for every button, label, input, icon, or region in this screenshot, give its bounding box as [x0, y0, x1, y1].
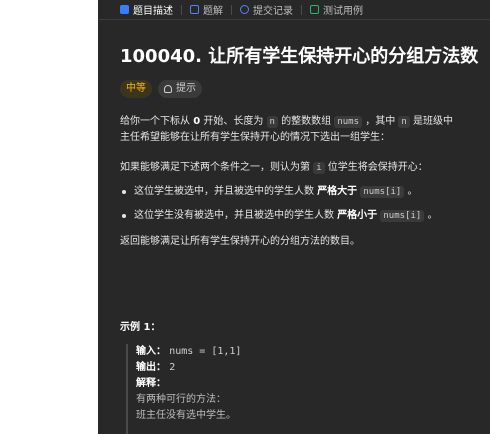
problem-description: 给你一个下标从 0 开始、长度为 n 的整数数组 nums ，其中 n 是班级中… — [120, 114, 490, 250]
inline-code: nums[i] — [380, 210, 425, 222]
example-block: 输入： nums = [1,1] 输出： 2 解释： 有两种可行的方法： 班主任… — [126, 344, 486, 434]
text: 位学生将会保持开心： — [327, 162, 428, 173]
lightbulb-icon — [164, 85, 172, 93]
example-input-row: 输入： nums = [1,1] — [136, 344, 486, 360]
inline-code: n — [266, 116, 278, 128]
text: 。 — [427, 210, 438, 221]
example-explanation-line: 班主任没有选中学生。 — [136, 410, 236, 421]
example-explanation-line: 有两种可行的方法： — [136, 394, 226, 405]
inline-code: nums — [334, 116, 363, 128]
solution-icon — [190, 5, 199, 14]
description-paragraph: 给你一个下标从 0 开始、长度为 n 的整数数组 nums ，其中 n 是班级中 — [120, 114, 490, 130]
example-output-label: 输出： — [136, 362, 166, 373]
text: 这位学生被选中，并且被选中的学生人数 — [134, 186, 314, 197]
inline-code: nums[i] — [360, 186, 405, 198]
tab-divider — [301, 4, 302, 15]
conditions-list: 这位学生被选中，并且被选中的学生人数 严格大于 nums[i] 。 这位学生没有… — [120, 184, 490, 224]
text: 是班级中 — [413, 116, 453, 127]
tab-testcases-label: 测试用例 — [323, 6, 363, 17]
text: 的整数数组 — [281, 116, 332, 127]
description-paragraph: 主任希望能够在让所有学生保持开心的情况下选出一组学生： — [120, 132, 390, 143]
problem-title: 100040. 让所有学生保持开心的分组方法数 — [120, 46, 479, 67]
list-item: 这位学生没有被选中，并且被选中的学生人数 严格小于 nums[i] 。 — [120, 208, 490, 224]
description-paragraph: 如果能够满足下述两个条件之一，则认为第 i 位学生将会保持开心： — [120, 160, 490, 176]
document-icon — [120, 5, 129, 14]
example-title: 示例 1： — [120, 322, 161, 333]
inline-code: i — [313, 162, 325, 174]
tab-solutions-label: 题解 — [203, 6, 223, 17]
tab-testcases[interactable]: 测试用例 — [310, 2, 363, 17]
text: 这位学生没有被选中，并且被选中的学生人数 — [134, 210, 334, 221]
text: 给你一个下标从 — [120, 116, 190, 127]
difficulty-badge: 中等 — [120, 80, 152, 98]
problem-panel: 题目描述 题解 提交记录 测试用例 100040. 让所有学生保持开心的分组方法… — [98, 0, 490, 434]
text: ，其中 — [365, 116, 396, 127]
description-paragraph: 返回能够满足让所有学生保持开心的分组方法的数目。 — [120, 236, 360, 247]
text: 如果能够满足下述两个条件之一，则认为第 — [120, 162, 310, 173]
example-input-value: nums = [1,1] — [169, 346, 242, 357]
window: 题目描述 题解 提交记录 测试用例 100040. 让所有学生保持开心的分组方法… — [0, 0, 490, 434]
example-input-label: 输入： — [136, 346, 166, 357]
hint-label: 提示 — [176, 83, 196, 94]
text-bold: 严格大于 — [317, 186, 358, 197]
tab-bar: 题目描述 题解 提交记录 测试用例 — [98, 0, 490, 20]
tab-description[interactable]: 题目描述 — [120, 2, 173, 17]
tab-description-label: 题目描述 — [133, 6, 173, 17]
tab-solutions[interactable]: 题解 — [190, 2, 223, 17]
history-icon — [240, 5, 249, 14]
tab-submissions-label: 提交记录 — [253, 6, 293, 17]
tab-divider — [181, 4, 182, 15]
text: 开始、长度为 — [203, 116, 264, 127]
text: 。 — [407, 186, 418, 197]
tab-divider — [231, 4, 232, 15]
hint-button[interactable]: 提示 — [158, 80, 202, 98]
text-bold: 0 — [193, 116, 201, 127]
problem-badges: 中等 提示 — [120, 80, 202, 98]
text-bold: 严格小于 — [337, 210, 378, 221]
list-item: 这位学生被选中，并且被选中的学生人数 严格大于 nums[i] 。 — [120, 184, 490, 200]
inline-code: n — [398, 116, 410, 128]
example-output-row: 输出： 2 — [136, 360, 486, 376]
checkbox-icon — [310, 5, 319, 14]
example-explanation-label: 解释： — [136, 378, 166, 389]
tab-submissions[interactable]: 提交记录 — [240, 2, 293, 17]
example-output-value: 2 — [169, 362, 176, 373]
